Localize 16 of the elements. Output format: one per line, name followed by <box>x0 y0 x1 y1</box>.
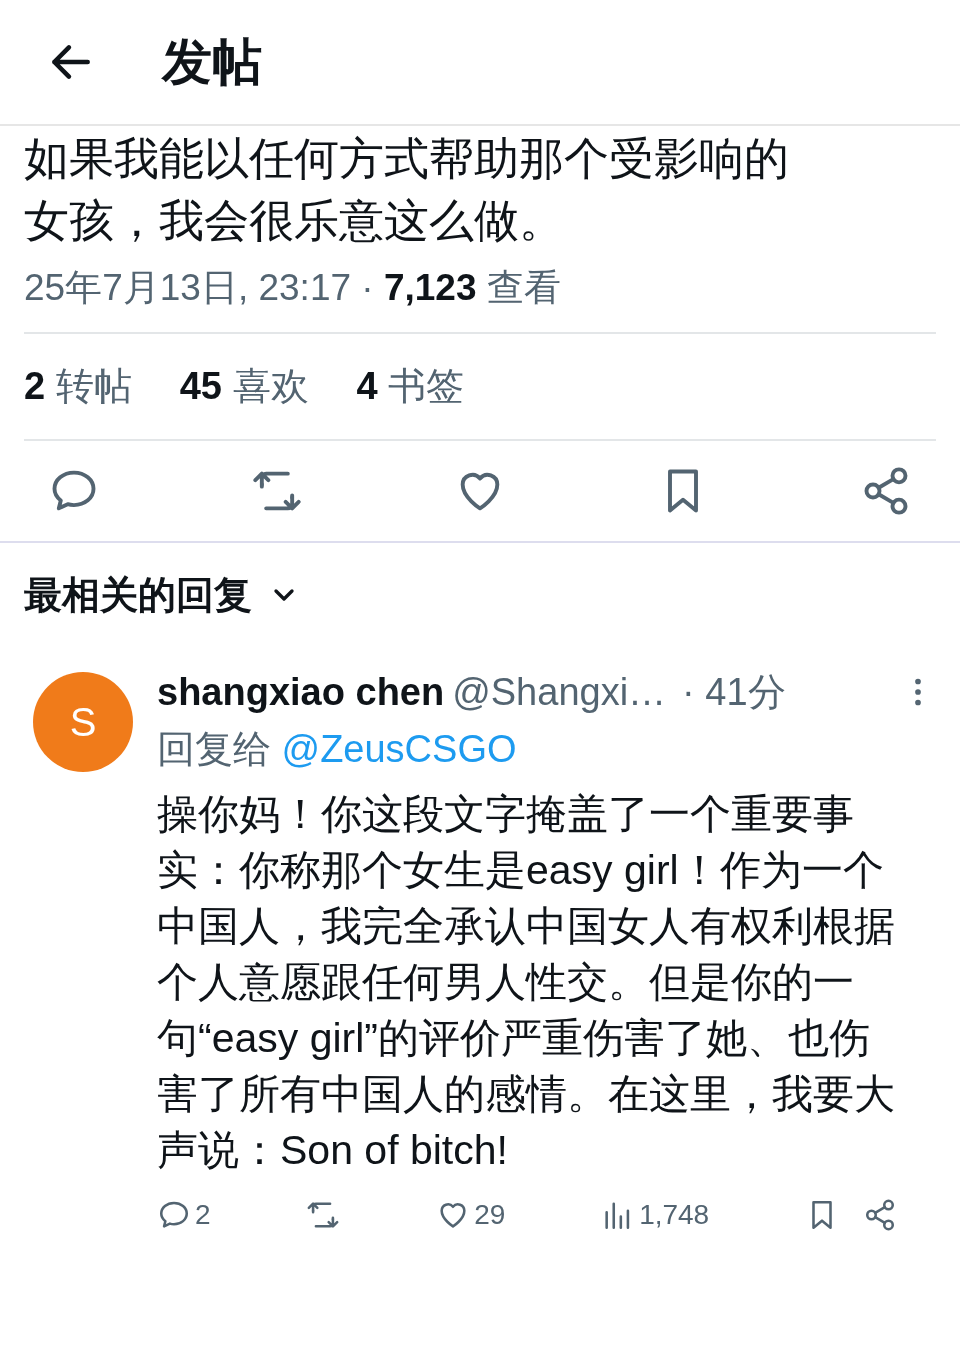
stat-link[interactable]: 4 书签 <box>356 357 465 415</box>
reply-text: 操你妈！你这段文字掩盖了一个重要事实：你称那个女生是easy girl！作为一个中国人，我完全承认中国女人有权利根据个人意愿跟任何男人性交。但是你的一句“easy girl”的评价严重伤害了她、也伤害了所有中国人的感情。在这里，我要大声说：Son of bitch! <box>157 789 896 1175</box>
like-count: 29 <box>474 1197 506 1232</box>
post-text: 如果我能以任何方式帮助那个受影响的女孩，我会很乐意这么做。 <box>24 132 790 248</box>
author-name: shangxiao chen <box>157 669 445 715</box>
stat-link[interactable]: 2 转帖 <box>24 357 132 415</box>
share-icon[interactable] <box>863 1197 897 1232</box>
post-time: · 41分 <box>682 669 786 715</box>
reply-count: 2 <box>195 1197 211 1232</box>
author-handle: @Shangxi… <box>452 669 667 715</box>
views-count: 1,748 <box>639 1197 710 1232</box>
reply-to-line: 回复给 @ZeusCSGO <box>157 726 518 772</box>
page-title: 发帖 <box>162 32 262 92</box>
stat-link[interactable]: 45 喜欢 <box>179 357 309 415</box>
post-meta: 25年7月13日, 23:17 · 7,123 查看 <box>24 266 562 310</box>
sort-label: 最相关的回复 <box>24 572 252 618</box>
